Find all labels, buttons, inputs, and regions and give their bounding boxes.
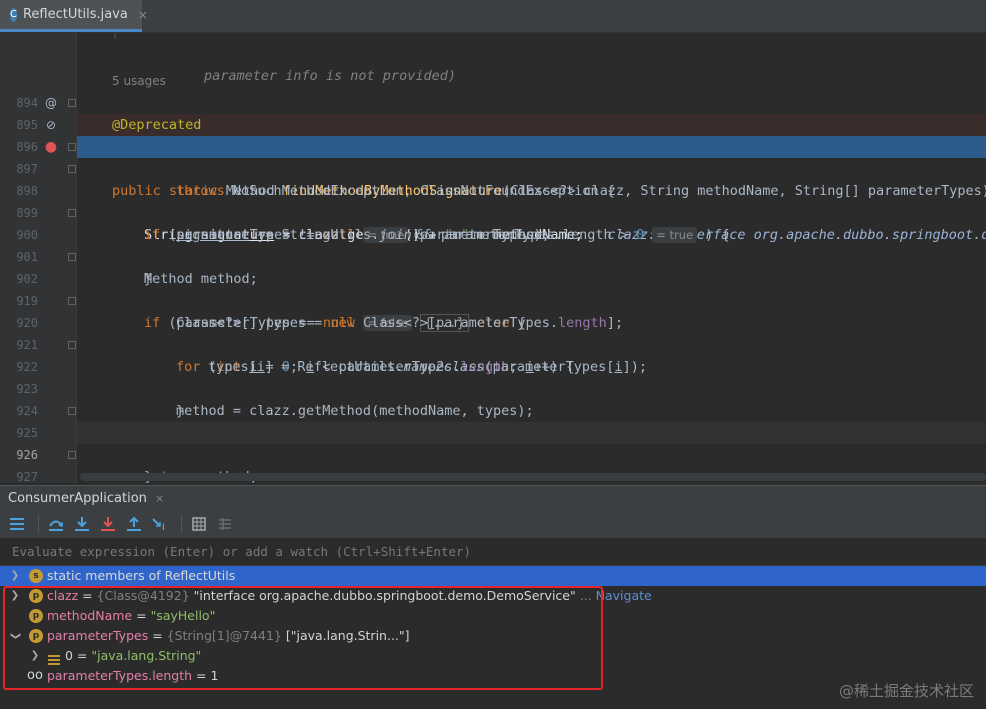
code-line: 927 } xyxy=(0,444,986,483)
code-line: 920 for (int i = 0; i < parameterTypes.l… xyxy=(0,290,986,375)
code-line: 923 method = clazz.getMethod(methodName,… xyxy=(0,356,986,419)
fold-icon[interactable] xyxy=(68,143,76,151)
variable-row-static[interactable]: ❯ s static members of ReflectUtils xyxy=(0,566,986,586)
step-into-icon[interactable] xyxy=(71,513,93,535)
code-line: 897 ● String signature = clazz.getName()… xyxy=(0,136,986,243)
code-line: 925 } xyxy=(0,400,986,483)
code-line: 924 xyxy=(0,378,986,418)
code-line: 926 return method; xyxy=(0,422,986,483)
code-line: 902 if (parameterTypes == null = false {… xyxy=(0,246,986,332)
evaluate-expression-field[interactable]: Evaluate expression (Enter) or add a wat… xyxy=(0,539,986,566)
debug-session-tab[interactable]: ConsumerApplication × xyxy=(0,485,986,510)
step-over-icon[interactable] xyxy=(45,513,67,535)
fold-icon[interactable] xyxy=(68,451,76,459)
svg-text:I: I xyxy=(162,523,165,531)
evaluate-expression-icon[interactable] xyxy=(188,513,210,535)
watermark: @稀土掘金技术社区 xyxy=(838,682,974,700)
run-to-cursor-icon[interactable]: I xyxy=(149,513,171,535)
code-line: 900 } xyxy=(0,202,986,287)
tab-title: ReflectUtils.java xyxy=(22,7,128,22)
code-line: 899 signature += StringUtils.join(parame… xyxy=(0,180,986,243)
code-editor[interactable]: │ parameter info is not provided) 5 usag… xyxy=(0,33,986,483)
step-out-icon[interactable] xyxy=(123,513,145,535)
static-badge-icon: s xyxy=(29,569,43,583)
code-line: 896 ⊘ throws NoSuchMethodException, Clas… xyxy=(0,114,986,199)
horizontal-scrollbar[interactable] xyxy=(80,473,986,481)
code-line: 921 types[i] = ReflectUtils.name2class(p… xyxy=(0,312,986,375)
disabled-breakpoint-icon[interactable]: ⊘ xyxy=(44,118,58,132)
debug-toolbar: I xyxy=(0,510,986,538)
fold-icon[interactable] xyxy=(68,99,76,107)
fold-icon[interactable] xyxy=(68,165,76,173)
code-line: 901 Method method; xyxy=(0,224,986,287)
fold-icon[interactable] xyxy=(68,407,76,415)
override-at-icon[interactable]: @ xyxy=(44,96,58,110)
fold-icon[interactable] xyxy=(68,341,76,349)
toolbar-separator xyxy=(38,515,39,533)
fold-icon[interactable] xyxy=(68,253,76,261)
debug-session-title: ConsumerApplication xyxy=(8,490,147,506)
highlight-box xyxy=(3,586,603,690)
fold-icon[interactable] xyxy=(68,209,76,217)
usages-line: 5 usages xyxy=(0,48,986,88)
frames-list-icon[interactable] xyxy=(6,513,28,535)
editor-tab-bar: C ReflectUtils.java × xyxy=(0,0,986,33)
fold-icon[interactable] xyxy=(68,297,76,305)
tab-reflectutils[interactable]: C ReflectUtils.java × xyxy=(0,0,148,32)
breakpoint-check-icon[interactable]: ● xyxy=(44,140,58,154)
variable-name: static members of ReflectUtils xyxy=(47,568,236,583)
code-line: 894 @Deprecated xyxy=(0,70,986,133)
code-line: 919 Class<?>[] types = new Class<?>[para… xyxy=(0,268,986,331)
close-icon[interactable]: × xyxy=(155,492,164,505)
evaluate-placeholder: Evaluate expression (Enter) or add a wat… xyxy=(12,544,472,559)
code-line: │ parameter info is not provided) xyxy=(0,33,986,84)
code-line: 898 if (parameterTypes != null = true &&… xyxy=(0,158,986,243)
java-class-icon: C xyxy=(10,7,17,22)
code-line: 922 } xyxy=(0,334,986,419)
close-icon[interactable]: × xyxy=(138,8,148,22)
trace-table-icon[interactable] xyxy=(214,513,236,535)
chevron-right-icon[interactable]: ❯ xyxy=(10,566,20,586)
code-line: 895 @ public static Method findMethodByM… xyxy=(0,92,986,199)
force-step-into-icon[interactable] xyxy=(97,513,119,535)
toolbar-separator xyxy=(181,515,182,533)
